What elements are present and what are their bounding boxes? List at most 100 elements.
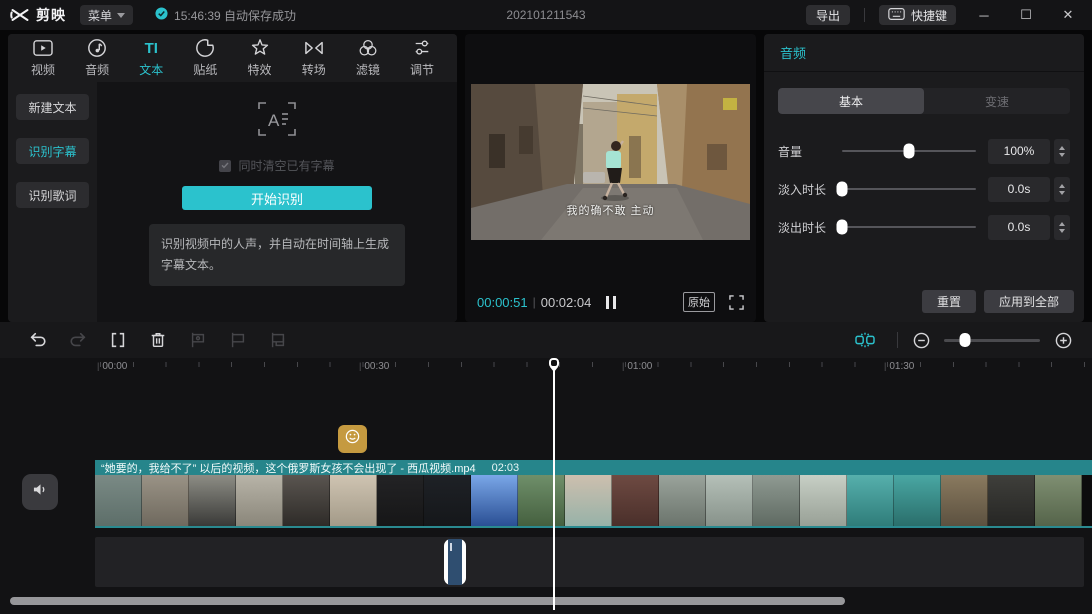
speaker-icon <box>32 482 49 502</box>
timeline-ruler[interactable]: 00:00 00:30 01:00 01:30 <box>0 358 1092 378</box>
slider-thumb[interactable] <box>836 181 848 197</box>
scrollbar-thumb[interactable] <box>10 597 845 605</box>
stepper-up-icon[interactable] <box>1059 145 1065 150</box>
pause-button[interactable] <box>605 295 616 309</box>
stepper-down-icon[interactable] <box>1059 190 1065 195</box>
video-preview[interactable]: 我的确不敢 主动 <box>471 84 750 240</box>
close-button[interactable]: ✕ <box>1054 7 1082 23</box>
stepper-down-icon[interactable] <box>1059 152 1065 157</box>
filmstrip-thumbnail <box>471 475 518 526</box>
recognize-subtitle-icon: A <box>257 100 297 143</box>
filmstrip-thumbnail <box>800 475 847 526</box>
slider-value[interactable]: 0.0s <box>988 176 1050 202</box>
slider-label: 淡入时长 <box>778 182 827 197</box>
smiley-icon <box>344 428 361 450</box>
clear-subtitles-checkbox[interactable]: 同时清空已有字幕 <box>219 157 335 174</box>
mirror-icon[interactable] <box>258 331 298 349</box>
text-sub-sidebar: 新建文本识别字幕识别歌词 <box>8 82 97 322</box>
filmstrip-thumbnail <box>706 475 753 526</box>
check-circle-icon <box>155 7 168 23</box>
undo-icon[interactable] <box>18 331 58 349</box>
stepper-down-icon[interactable] <box>1059 228 1065 233</box>
slider-value[interactable]: 0.0s <box>988 214 1050 240</box>
selected-clip[interactable] <box>444 539 466 585</box>
slider-row-音量: 音量 100% <box>764 132 1084 170</box>
audio-settings-panel: 音频 基本 变速 音量 100% 淡入时长 0.0s 淡出时长 0.0s 重置 应用到全部 <box>764 34 1084 322</box>
shortcut-button[interactable]: 快捷键 <box>878 5 956 25</box>
tab-转场[interactable]: 转场 <box>287 38 341 78</box>
titlebar-right: 导出 快捷键 ─ ☐ ✕ <box>805 5 1082 25</box>
tab-贴纸[interactable]: 贴纸 <box>178 38 232 78</box>
tab-文本[interactable]: TI 文本 <box>124 38 178 78</box>
slider-value[interactable]: 100% <box>988 138 1050 164</box>
chevron-down-icon <box>117 12 126 18</box>
svg-text:A: A <box>268 111 280 130</box>
preview-panel: 我的确不敢 主动 00:00:51 | 00:02:04 原始 <box>465 34 756 322</box>
apply-to-all-button[interactable]: 应用到全部 <box>983 290 1074 313</box>
ruler-label: 01:30 <box>884 361 914 372</box>
filmstrip-thumbnail <box>753 475 800 526</box>
video-clip[interactable]: “她要的，我给不了” 以后的视频，这个俄罗斯女孩不会出现了 - 西瓜视频.mp4… <box>95 460 1092 528</box>
tab-调节[interactable]: 调节 <box>395 38 449 78</box>
menu-button[interactable]: 菜单 <box>80 5 134 25</box>
slider-thumb[interactable] <box>903 143 915 159</box>
stepper[interactable] <box>1054 138 1070 164</box>
tab-视频[interactable]: 视频 <box>16 38 70 78</box>
secondary-track[interactable] <box>95 537 1084 587</box>
slider-track[interactable] <box>836 219 976 235</box>
stepper[interactable] <box>1054 214 1070 240</box>
video-subtitle-overlay: 我的确不敢 主动 <box>566 205 655 217</box>
sub-button-识别歌词[interactable]: 识别歌词 <box>16 182 89 208</box>
stepper-up-icon[interactable] <box>1059 183 1065 188</box>
delete-icon[interactable] <box>138 331 178 349</box>
sub-button-新建文本[interactable]: 新建文本 <box>16 94 89 120</box>
sub-button-识别字幕[interactable]: 识别字幕 <box>16 138 89 164</box>
slider-row-淡出时长: 淡出时长 0.0s <box>764 208 1084 246</box>
maximize-button[interactable]: ☐ <box>1012 7 1040 23</box>
stepper-up-icon[interactable] <box>1059 221 1065 226</box>
timeline-toolbar <box>0 322 1092 358</box>
effects-icon <box>250 38 270 58</box>
export-button[interactable]: 导出 <box>805 5 850 25</box>
filmstrip-thumbnail <box>518 475 565 526</box>
audio-tab-变速[interactable]: 变速 <box>924 88 1070 114</box>
recognition-description: 识别视频中的人声，并自动在时间轴上生成字幕文本。 <box>149 224 405 286</box>
reverse-icon[interactable] <box>218 331 258 349</box>
slider-track[interactable] <box>842 143 976 159</box>
slider-track[interactable] <box>836 181 976 197</box>
reset-button[interactable]: 重置 <box>921 290 976 313</box>
track-mute-button[interactable] <box>22 474 58 510</box>
freeze-frame-icon[interactable] <box>178 331 218 349</box>
stepper[interactable] <box>1054 176 1070 202</box>
app-logo: 剪映 <box>10 5 66 25</box>
timeline-scrollbar <box>0 597 1092 606</box>
zoom-in-icon[interactable] <box>1052 332 1074 349</box>
auto-snap-icon[interactable] <box>845 331 885 349</box>
split-icon[interactable] <box>98 331 138 349</box>
filmstrip-thumbnail <box>424 475 471 526</box>
slider-row-淡入时长: 淡入时长 0.0s <box>764 170 1084 208</box>
video-icon <box>32 38 54 58</box>
filmstrip-thumbnail <box>330 475 377 526</box>
zoom-slider-thumb[interactable] <box>959 333 971 347</box>
audio-icon <box>87 38 107 58</box>
redo-icon[interactable] <box>58 331 98 349</box>
original-ratio-button[interactable]: 原始 <box>683 292 715 312</box>
tab-音频[interactable]: 音频 <box>70 38 124 78</box>
start-recognition-button[interactable]: 开始识别 <box>182 186 372 210</box>
capcut-logo-icon <box>10 7 30 23</box>
filmstrip-thumbnail <box>95 475 142 526</box>
minimize-button[interactable]: ─ <box>970 8 998 23</box>
clip-filmstrip <box>95 475 1092 528</box>
total-duration: 00:02:04 <box>540 294 592 310</box>
tab-特效[interactable]: 特效 <box>233 38 287 78</box>
audio-tab-基本[interactable]: 基本 <box>778 88 924 114</box>
zoom-out-icon[interactable] <box>910 332 932 349</box>
tab-滤镜[interactable]: 滤镜 <box>341 38 395 78</box>
titlebar-divider <box>863 8 865 22</box>
fullscreen-icon[interactable] <box>729 294 744 310</box>
slider-thumb[interactable] <box>836 219 848 235</box>
sticker-clip[interactable] <box>338 425 367 453</box>
timeline-zoom-slider[interactable] <box>944 333 1040 347</box>
filmstrip-thumbnail <box>283 475 330 526</box>
